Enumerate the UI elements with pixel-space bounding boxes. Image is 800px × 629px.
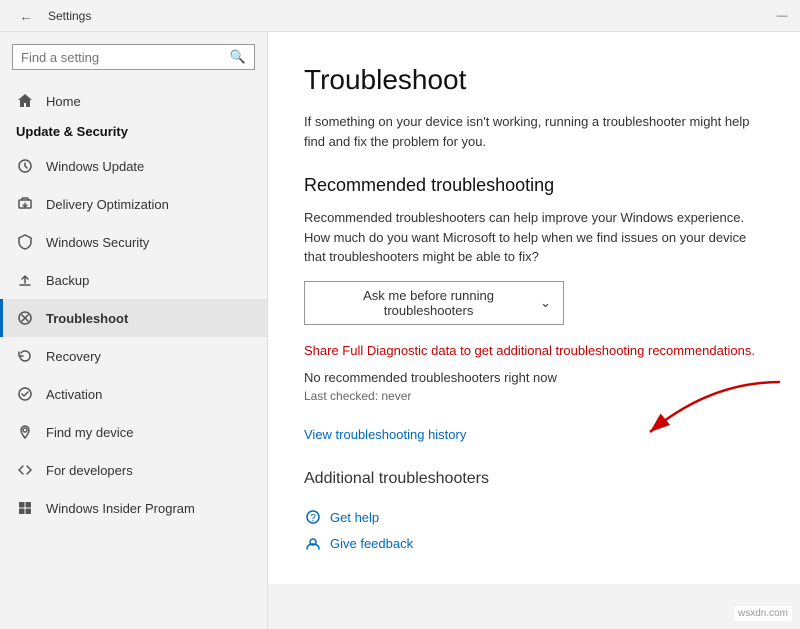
sidebar-item-find-my-device[interactable]: Find my device [0,413,267,451]
sidebar-item-recovery[interactable]: Recovery [0,337,267,375]
troubleshoot-icon [16,309,34,327]
back-button[interactable]: ← [12,2,40,30]
give-feedback-link[interactable]: Give feedback [304,534,764,552]
activation-icon [16,385,34,403]
main-layout: 🔍 Home Update & Security Windows Update [0,32,800,629]
last-checked-text: Last checked: never [304,389,764,403]
sidebar-item-windows-update[interactable]: Windows Update [0,147,267,185]
windows-security-icon [16,233,34,251]
get-help-label: Get help [330,510,379,525]
windows-update-icon [16,157,34,175]
home-icon [16,92,34,110]
recommended-section-title: Recommended troubleshooting [304,175,764,196]
title-bar-controls: — [776,10,788,22]
home-label: Home [46,94,81,109]
get-help-icon: ? [304,508,322,526]
backup-label: Backup [46,273,89,288]
windows-security-label: Windows Security [46,235,149,250]
delivery-optimization-label: Delivery Optimization [46,197,169,212]
sidebar-item-activation[interactable]: Activation [0,375,267,413]
minimize-button[interactable]: — [776,10,788,22]
additional-troubleshooters-title: Additional troubleshooters [304,470,764,488]
watermark: wsxdn.com [734,606,792,621]
delivery-optimization-icon [16,195,34,213]
sidebar-item-backup[interactable]: Backup [0,261,267,299]
help-links: ? Get help Give feedback [304,508,764,552]
sidebar: 🔍 Home Update & Security Windows Update [0,32,268,629]
search-icon: 🔍 [230,49,246,65]
sidebar-item-delivery-optimization[interactable]: Delivery Optimization [0,185,267,223]
find-my-device-icon [16,423,34,441]
recommended-section-desc: Recommended troubleshooters can help imp… [304,208,764,267]
backup-icon [16,271,34,289]
for-developers-label: For developers [46,463,133,478]
page-title: Troubleshoot [304,64,764,96]
title-bar-left: ← Settings [12,2,91,30]
view-history-link[interactable]: View troubleshooting history [304,427,764,442]
troubleshooter-dropdown[interactable]: Ask me before running troubleshooters ⌄ [304,281,564,325]
content-area: Troubleshoot If something on your device… [268,32,800,584]
for-developers-icon [16,461,34,479]
recovery-label: Recovery [46,349,101,364]
windows-insider-label: Windows Insider Program [46,501,195,516]
windows-update-label: Windows Update [46,159,144,174]
sidebar-item-for-developers[interactable]: For developers [0,451,267,489]
sidebar-item-troubleshoot[interactable]: Troubleshoot [0,299,267,337]
get-help-link[interactable]: ? Get help [304,508,764,526]
windows-insider-icon [16,499,34,517]
intro-text: If something on your device isn't workin… [304,112,764,151]
sidebar-item-home[interactable]: Home [0,82,267,120]
dropdown-label: Ask me before running troubleshooters [317,288,540,318]
share-diagnostic-link[interactable]: Share Full Diagnostic data to get additi… [304,341,764,361]
title-bar: ← Settings — [0,0,800,32]
search-box[interactable]: 🔍 [12,44,255,70]
recovery-icon [16,347,34,365]
activation-label: Activation [46,387,102,402]
sidebar-item-windows-insider[interactable]: Windows Insider Program [0,489,267,527]
no-troubleshooters-text: No recommended troubleshooters right now [304,370,764,385]
give-feedback-label: Give feedback [330,536,413,551]
troubleshoot-label: Troubleshoot [46,311,128,326]
search-input[interactable] [21,50,224,65]
sidebar-item-windows-security[interactable]: Windows Security [0,223,267,261]
find-my-device-label: Find my device [46,425,133,440]
svg-text:?: ? [310,513,316,524]
title-bar-title: Settings [48,9,91,23]
dropdown-chevron-icon: ⌄ [540,295,551,311]
sidebar-section-title: Update & Security [0,120,267,147]
give-feedback-icon [304,534,322,552]
